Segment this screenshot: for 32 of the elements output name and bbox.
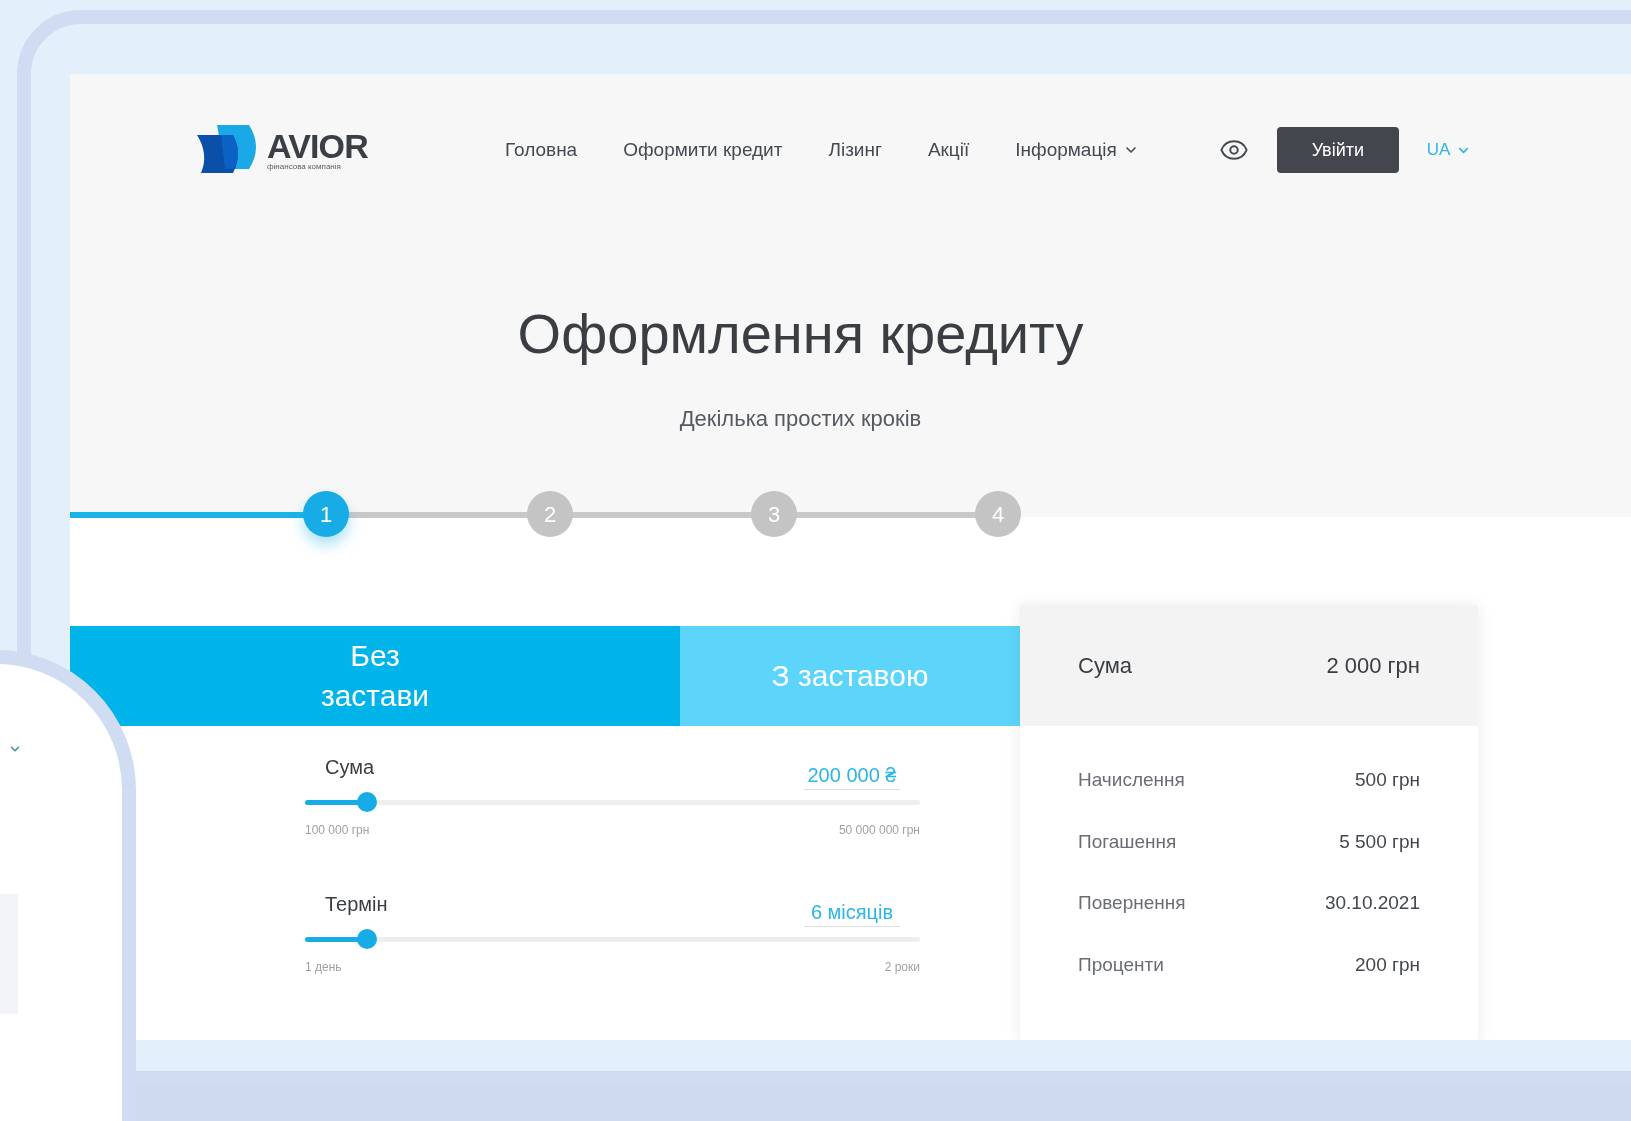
summary-row-value: 200 грн [1355, 952, 1420, 977]
summary-label: Сума [1078, 652, 1132, 680]
summary-row-label: Повернення [1078, 891, 1186, 915]
summary-row-value: 500 грн [1355, 768, 1420, 792]
tab[interactable]: Без застави [70, 626, 680, 726]
value-field[interactable]: 200 000 ₴ [804, 763, 900, 790]
slider-min-label: 100 000 грн [305, 822, 370, 839]
nav-link[interactable]: Інформація [1015, 135, 1139, 165]
summary-row-value: 30.10.2021 [1324, 891, 1420, 915]
summary-row-label: Начислення [1078, 768, 1185, 792]
summary-row-label: Погашення [1078, 829, 1177, 854]
summary-row-label: Проценти [1078, 952, 1164, 977]
slider-min-label: 1 день [305, 959, 342, 976]
slider-label: Сума [325, 755, 375, 780]
slider-max-label: 50 000 000 грн [838, 822, 920, 839]
logo-tagline: фінансова компанія [267, 163, 342, 171]
nav-link[interactable]: Оформити кредит [623, 135, 783, 165]
slider-thumb[interactable] [356, 929, 377, 949]
nav-link[interactable]: Акції [927, 135, 970, 165]
page-subtitle: Декілька простих кроків [678, 405, 923, 433]
login-button[interactable]: Увійти [1276, 127, 1399, 173]
nav-link[interactable]: Лізинг [828, 135, 882, 165]
value-field[interactable]: 6 місяців [804, 900, 900, 927]
summary-row-value: 5 500 грн [1339, 829, 1420, 854]
tab[interactable]: З заставою [680, 626, 1020, 726]
slider-thumb[interactable] [356, 792, 377, 812]
summary-value: 2 000 грн [1326, 652, 1420, 680]
slider-label: Термін [325, 892, 388, 917]
slider-max-label: 2 роки [884, 959, 920, 976]
nav-link[interactable]: Головна [505, 135, 578, 165]
logo-text: AVIOR [267, 129, 368, 163]
language-selector[interactable]: UA [1426, 137, 1472, 163]
